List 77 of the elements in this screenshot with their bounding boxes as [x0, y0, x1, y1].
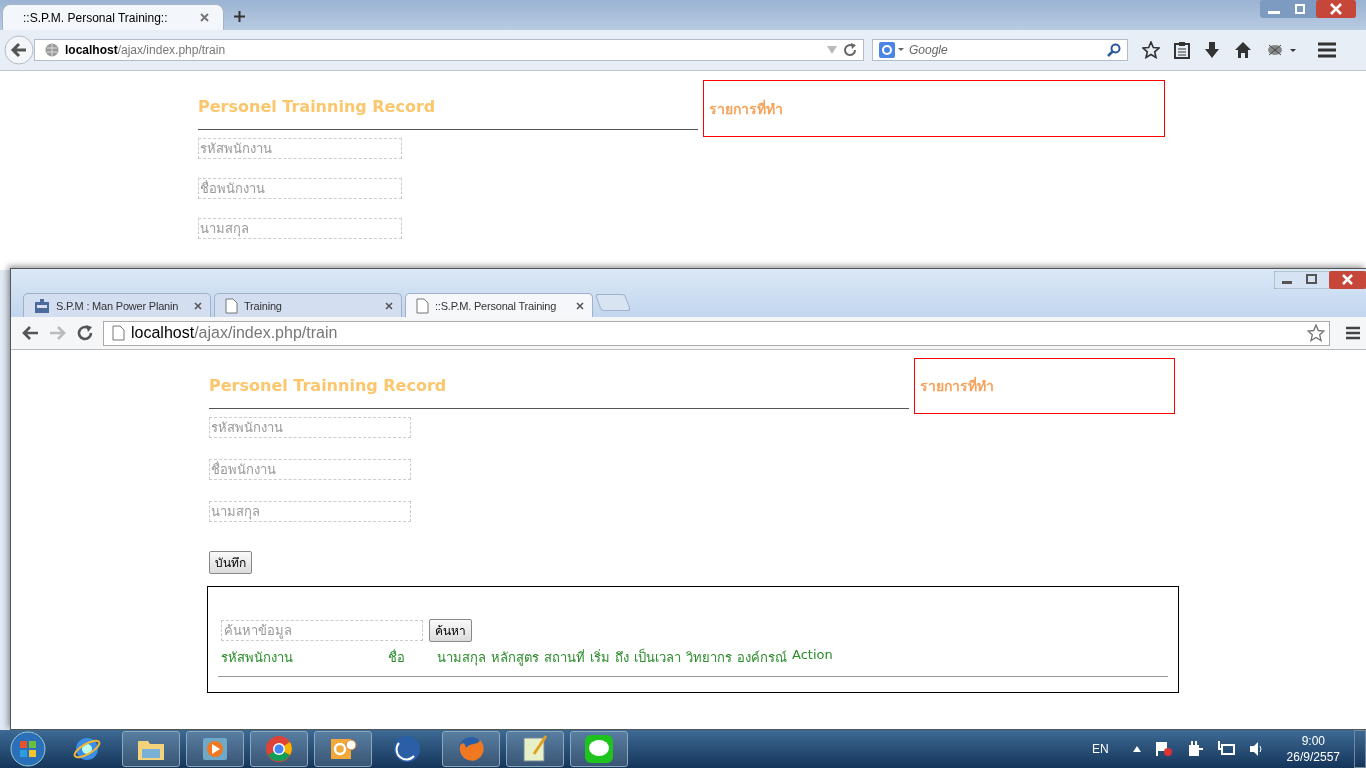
- taskbar-app[interactable]: [570, 731, 628, 767]
- text-field[interactable]: ชื่อพนักงาน: [209, 459, 411, 480]
- column-header: สถานที่: [544, 648, 585, 667]
- play-icon: [200, 735, 230, 763]
- page-heading: Personel Trainning Record: [198, 97, 436, 117]
- column-header: หลักสูตร: [491, 649, 539, 668]
- network-icon[interactable]: [1216, 741, 1235, 757]
- back-button[interactable]: [21, 325, 39, 341]
- up-arrow-icon[interactable]: [1132, 746, 1141, 752]
- search-field[interactable]: ค้นหาข้อมูล: [221, 620, 423, 641]
- speaker-icon[interactable]: [1248, 741, 1263, 757]
- address-bar[interactable]: localhost/ajax/index.php/train: [103, 320, 1330, 346]
- browser-tab[interactable]: Training: [214, 293, 402, 317]
- text-field[interactable]: รหัสพนักงาน: [209, 417, 411, 438]
- window-controls[interactable]: [1260, 0, 1356, 18]
- column-header: รหัสพนักงาน: [221, 649, 294, 667]
- column-header: ถึง: [615, 649, 629, 667]
- back-button[interactable]: [4, 35, 34, 65]
- page-heading: Personel Trainning Record: [209, 376, 447, 396]
- page-icon: [416, 297, 429, 314]
- fox-globe-icon: [456, 734, 486, 764]
- home-icon[interactable]: [1234, 41, 1252, 59]
- search-icon[interactable]: [1107, 43, 1121, 57]
- column-header: องค์กรณ์: [737, 649, 787, 667]
- download-icon[interactable]: [1204, 41, 1220, 59]
- browser-tab[interactable]: ::S.P.M. Personal Training: [405, 293, 593, 317]
- browser-tab[interactable]: S.P.M : Man Power Planin: [23, 293, 211, 317]
- text-field[interactable]: นามสกุล: [209, 501, 411, 522]
- chrome-icon: [264, 734, 294, 764]
- notepad-icon: [520, 734, 550, 764]
- text-field[interactable]: นามสกุล: [198, 218, 402, 239]
- column-header: เริ่ม: [590, 648, 610, 667]
- clock-date[interactable]: 26/9/2557: [1286, 749, 1340, 765]
- flag-icon[interactable]: [1154, 741, 1173, 757]
- taskbar-app[interactable]: [506, 731, 564, 767]
- clipboard-icon[interactable]: [1174, 41, 1190, 59]
- close-icon[interactable]: [576, 301, 584, 310]
- close-icon[interactable]: [385, 301, 393, 310]
- new-tab-icon[interactable]: [234, 11, 245, 22]
- globe-icon: [45, 43, 59, 57]
- text-field[interactable]: รหัสพนักงาน: [198, 138, 402, 159]
- app-icon: [34, 297, 50, 314]
- menu-icon[interactable]: [1346, 326, 1360, 340]
- column-header: นามสกุล: [437, 649, 486, 668]
- clock-time[interactable]: 9:00: [1301, 733, 1325, 749]
- panel-title: รายการที่ทำ: [920, 375, 994, 396]
- save-button[interactable]: บันทึก: [209, 551, 252, 574]
- close-icon[interactable]: [200, 13, 209, 22]
- star-icon[interactable]: [1307, 324, 1325, 342]
- panel-title: รายการที่ทำ: [709, 98, 783, 119]
- google-icon: [879, 42, 905, 58]
- text-field[interactable]: ชื่อพนักงาน: [198, 178, 402, 199]
- plug-icon[interactable]: [1186, 741, 1203, 757]
- chat-bubble-icon: [584, 734, 614, 764]
- reload-icon[interactable]: [843, 43, 857, 57]
- start-button[interactable]: [8, 730, 48, 768]
- column-header: Action: [792, 647, 833, 664]
- crescent-icon: [392, 734, 422, 764]
- language-indicator[interactable]: EN: [1091, 742, 1109, 756]
- column-header: ชื่อ: [388, 648, 406, 667]
- column-header: วิทยากร: [686, 649, 732, 667]
- window-controls[interactable]: [1274, 271, 1366, 289]
- taskbar-app[interactable]: [122, 731, 180, 767]
- column-header: เป็นเวลา: [634, 647, 681, 667]
- show-desktop-button[interactable]: [1354, 730, 1366, 768]
- page-icon: [225, 297, 238, 314]
- star-icon[interactable]: [1142, 41, 1160, 59]
- browser-tab[interactable]: ::S.P.M. Personal Training::: [2, 4, 224, 30]
- search-field[interactable]: Google: [872, 39, 1128, 61]
- taskbar-app[interactable]: [250, 731, 308, 767]
- search-button[interactable]: ค้นหา: [429, 619, 472, 642]
- menu-icon[interactable]: [1318, 42, 1336, 58]
- taskbar-app[interactable]: [314, 731, 372, 767]
- close-icon[interactable]: [194, 301, 202, 310]
- page-icon: [112, 325, 125, 341]
- address-bar[interactable]: localhost/ajax/index.php/train: [34, 39, 864, 61]
- reload-icon[interactable]: [77, 325, 93, 341]
